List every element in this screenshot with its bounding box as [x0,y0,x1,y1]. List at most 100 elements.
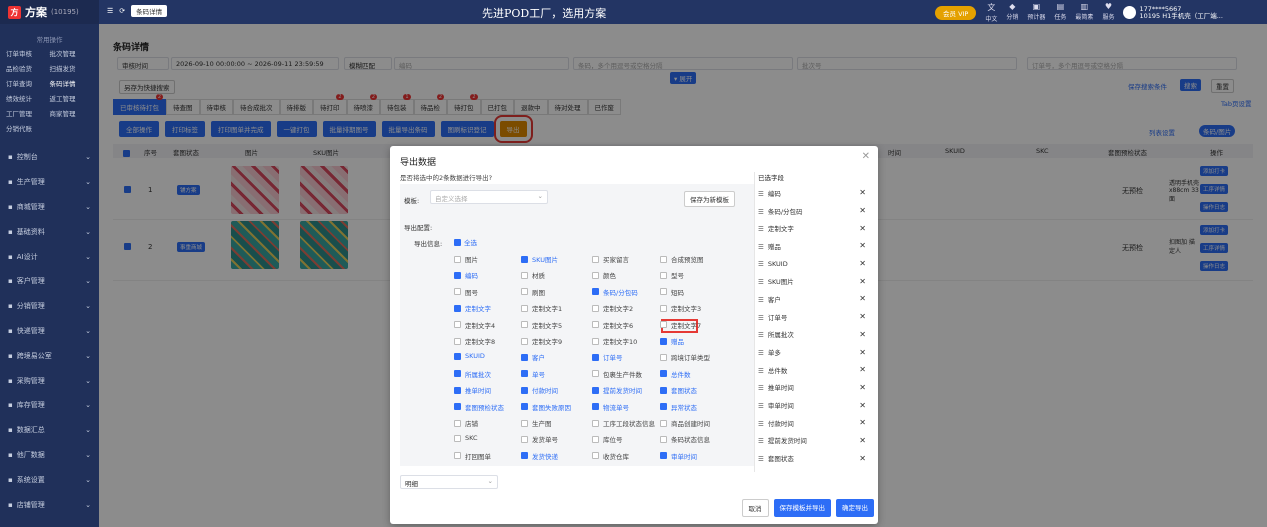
sidebar-item[interactable]: ▪ 商城管理 ⌄ [0,195,99,220]
selected-field[interactable]: ☰ 条码/分包码 ✕ [758,202,870,220]
close-icon[interactable]: ✕ [862,151,870,162]
save-and-export-button[interactable]: 保存模板并导出 [773,499,831,517]
option-checkbox[interactable] [660,271,667,279]
confirm-export-button[interactable]: 确定导出 [836,499,874,517]
option-checkbox[interactable] [521,419,528,427]
export-option[interactable]: 套图失败原因 [521,402,571,412]
export-option[interactable]: 图片 [454,254,478,264]
save-template-button[interactable]: 保存为新模板 [684,191,735,207]
option-checkbox[interactable] [660,304,667,312]
export-option[interactable]: 打回图单 [454,451,491,461]
option-checkbox[interactable] [454,304,461,312]
sidebar-item[interactable]: ▪ 客户管理 ⌄ [0,269,99,294]
export-option[interactable]: SKC [454,434,478,442]
export-option[interactable]: 图号 [454,287,478,297]
sidebar-item[interactable]: ▪ 店铺管理 ⌄ [0,492,99,517]
sidebar-item[interactable]: ▪ 数据汇总 ⌄ [0,418,99,443]
export-option[interactable]: 条码/分包码 [592,287,638,297]
option-checkbox[interactable] [592,435,599,443]
option-checkbox[interactable] [660,403,667,411]
selected-field[interactable]: ☰ 订单号 ✕ [758,308,870,326]
sidebar-item[interactable]: ▪ 他厂数据 ⌄ [0,443,99,468]
selected-field[interactable]: ☰ 单多 ✕ [758,343,870,361]
remove-icon[interactable]: ✕ [859,188,866,197]
drag-handle-icon[interactable]: ☰ [758,314,764,322]
export-option[interactable]: 定制文字2 [592,303,633,313]
quick-link[interactable]: 扫描发货 [50,63,94,73]
option-checkbox[interactable] [521,255,528,263]
remove-icon[interactable]: ✕ [859,294,866,303]
select-all-checkbox[interactable] [454,238,461,246]
sidebar-item[interactable]: ▪ 基础资料 ⌄ [0,219,99,244]
drag-handle-icon[interactable]: ☰ [758,225,764,233]
export-option[interactable]: 店铺 [454,418,478,428]
drag-handle-icon[interactable]: ☰ [758,243,764,251]
option-checkbox[interactable] [660,255,667,263]
selected-field[interactable]: ☰ 付款时间 ✕ [758,414,870,432]
remove-icon[interactable]: ✕ [859,418,866,427]
selected-field[interactable]: ☰ 所属批次 ✕ [758,326,870,344]
sidebar-item[interactable]: ▪ 跨境易公室 ⌄ [0,343,99,368]
sidebar-item[interactable]: ▪ 采购管理 ⌄ [0,368,99,393]
sidebar-item[interactable]: ▪ 分销管理 ⌄ [0,294,99,319]
option-checkbox[interactable] [592,353,599,361]
quick-link[interactable]: 返工管理 [50,93,94,103]
remove-icon[interactable]: ✕ [859,224,866,233]
export-option[interactable]: 短码 [660,287,684,297]
export-option[interactable]: 生产图 [521,418,552,428]
option-checkbox[interactable] [660,435,667,443]
export-option[interactable]: 付款时间 [521,385,558,395]
remove-icon[interactable]: ✕ [859,365,866,374]
drag-handle-icon[interactable]: ☰ [758,349,764,357]
selected-field[interactable]: ☰ 编码 ✕ [758,184,870,202]
page-tag[interactable]: 条码详情 [131,5,168,17]
drag-handle-icon[interactable]: ☰ [758,190,764,198]
remove-icon[interactable]: ✕ [859,259,866,268]
export-option[interactable]: 买家留言 [592,254,629,264]
remove-icon[interactable]: ✕ [859,206,866,215]
option-checkbox[interactable] [521,321,528,329]
option-checkbox[interactable] [660,288,667,296]
drag-handle-icon[interactable]: ☰ [758,260,764,268]
option-checkbox[interactable] [454,255,461,263]
option-checkbox[interactable] [454,352,461,360]
remove-icon[interactable]: ✕ [859,348,866,357]
option-checkbox[interactable] [521,452,528,460]
export-option[interactable]: 异常状态 [660,402,697,412]
sidebar-item[interactable]: ▪ 系统设置 ⌄ [0,467,99,492]
export-option[interactable]: 颜色 [592,270,616,280]
export-option[interactable]: 套图状态 [660,385,697,395]
option-checkbox[interactable] [521,403,528,411]
export-option[interactable]: 条码状态信息 [660,434,710,444]
export-option[interactable]: 编码 [454,270,478,280]
quick-link[interactable]: 订单查询 [6,78,50,88]
drag-handle-icon[interactable]: ☰ [758,437,764,445]
export-option[interactable]: 推单时间 [454,385,491,395]
quick-link[interactable]: 批次管理 [50,48,94,58]
export-option[interactable]: 定制文字3 [660,303,701,313]
quick-link[interactable]: 条码详情 [50,78,94,88]
user-menu[interactable]: 177****5667 10195 H1手机壳（工厂端... [1123,5,1223,20]
export-option[interactable]: 物流单号 [592,402,629,412]
top-icon-4[interactable]: ▥ 最简素 [1075,2,1093,23]
selected-field[interactable]: ☰ 推单时间 ✕ [758,379,870,397]
export-option[interactable]: 定制文字8 [454,336,495,346]
cancel-button[interactable]: 取消 [741,499,769,517]
top-icon-2[interactable]: ▣ 预计器 [1027,2,1045,23]
option-checkbox[interactable] [592,452,599,460]
sidebar-item[interactable]: ▪ 快递管理 ⌄ [0,319,99,344]
option-checkbox[interactable] [660,386,667,394]
top-icon-0[interactable]: 文中文 [985,2,997,23]
option-checkbox[interactable] [660,321,667,329]
selected-field[interactable]: ☰ 提前发货时间 ✕ [758,432,870,450]
export-option[interactable]: 库位号 [592,434,623,444]
selected-field[interactable]: ☰ SKU图片 ✕ [758,272,870,290]
template-select[interactable]: 自定义选择 ⌄ [430,190,548,204]
option-checkbox[interactable] [521,353,528,361]
quick-link[interactable]: 商家管理 [50,108,94,118]
export-option[interactable]: 型号 [660,270,684,280]
export-option[interactable]: 发货单号 [521,434,558,444]
sidebar-item[interactable]: ▪ 控制台 ⌄ [0,145,99,170]
sidebar-item[interactable]: ▪ 生产管理 ⌄ [0,170,99,195]
export-option[interactable]: 发货快递 [521,451,558,461]
